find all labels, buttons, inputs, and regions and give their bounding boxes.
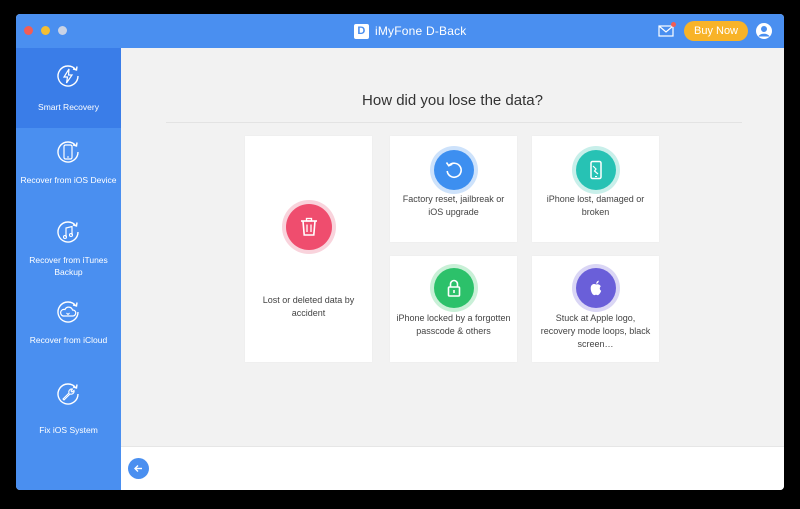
sidebar-item-icloud[interactable]: Recover from iCloud — [16, 288, 121, 368]
reset-icon — [434, 150, 474, 190]
ios-device-icon — [57, 141, 79, 163]
option-icon-ring — [430, 264, 478, 312]
app-title: D iMyFone D-Back — [354, 21, 467, 41]
option-card-lost-deleted[interactable]: Lost or deleted data by accident — [245, 136, 372, 362]
broken-phone-icon — [576, 150, 616, 190]
option-label: iPhone locked by a forgotten passcode & … — [396, 313, 511, 336]
minimize-window-button[interactable] — [41, 26, 50, 35]
sidebar-item-label: Recover from iCloud — [29, 335, 108, 345]
sidebar-item-fix-ios-system[interactable]: Fix iOS System — [16, 368, 121, 448]
sidebar-item-ios-device[interactable]: Recover from iOS Device — [16, 128, 121, 208]
title-bar: D iMyFone D-Back Buy Now — [16, 14, 784, 48]
option-label: Stuck at Apple logo, recovery mode loops… — [540, 313, 651, 349]
option-icon-ring — [572, 146, 620, 194]
sidebar-item-label: Recover from iTunes Backup — [29, 255, 108, 277]
icloud-icon — [57, 301, 79, 323]
arrow-left-icon — [134, 465, 142, 472]
sidebar-item-smart-recovery[interactable]: Smart Recovery — [16, 48, 121, 128]
option-icon-ring — [572, 264, 620, 312]
option-icon-ring — [430, 146, 478, 194]
trash-icon — [286, 204, 332, 250]
itunes-backup-icon — [57, 221, 79, 243]
option-label: iPhone lost, damaged or broken — [546, 194, 645, 217]
divider — [166, 122, 742, 123]
page-title: How did you lose the data? — [362, 92, 543, 109]
footer-bar — [121, 446, 784, 490]
smart-recovery-icon — [57, 65, 79, 87]
option-icon-ring — [282, 200, 336, 254]
option-card-apple-logo-stuck[interactable]: Stuck at Apple logo, recovery mode loops… — [532, 256, 659, 362]
option-label: Factory reset, jailbreak or iOS upgrade — [402, 194, 505, 217]
maximize-window-button[interactable] — [58, 26, 67, 35]
sidebar: Smart Recovery Recover from iOS Device R… — [16, 48, 121, 490]
sidebar-item-label: Recover from iOS Device — [20, 175, 117, 185]
user-account-icon[interactable] — [755, 22, 773, 40]
option-card-factory-reset[interactable]: Factory reset, jailbreak or iOS upgrade — [390, 136, 517, 242]
close-window-button[interactable] — [24, 26, 33, 35]
buy-now-button[interactable]: Buy Now — [684, 21, 748, 41]
main-content: How did you lose the data? Lost or delet… — [121, 48, 784, 446]
sidebar-item-itunes-backup[interactable]: Recover from iTunes Backup — [16, 208, 121, 288]
sidebar-item-label: Fix iOS System — [39, 425, 98, 435]
back-button[interactable] — [128, 458, 149, 479]
option-label: Lost or deleted data by accident — [262, 295, 355, 318]
app-title-text: iMyFone D-Back — [375, 24, 467, 38]
notification-dot — [671, 22, 676, 27]
apple-logo-icon — [576, 268, 616, 308]
app-window: D iMyFone D-Back Buy Now Smart Recovery — [16, 14, 784, 490]
option-card-locked-passcode[interactable]: iPhone locked by a forgotten passcode & … — [390, 256, 517, 362]
lock-icon — [434, 268, 474, 308]
sidebar-item-label: Smart Recovery — [38, 102, 99, 112]
fix-system-icon — [57, 383, 79, 405]
app-logo-icon: D — [354, 23, 369, 39]
option-card-iphone-broken[interactable]: iPhone lost, damaged or broken — [532, 136, 659, 242]
